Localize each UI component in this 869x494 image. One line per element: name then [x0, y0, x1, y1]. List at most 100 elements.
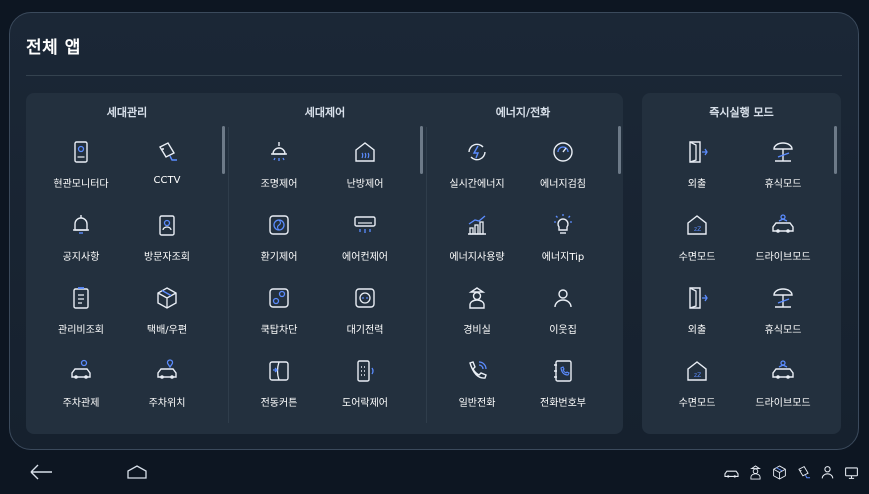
- home-icon: [127, 465, 147, 479]
- app-tile[interactable]: 공지사항: [38, 210, 124, 270]
- app-tile[interactable]: 전동커튼: [236, 356, 322, 416]
- app-tile[interactable]: 전화번호부: [520, 356, 606, 416]
- title-divider: [26, 75, 842, 76]
- section-scrollbar[interactable]: [222, 126, 225, 174]
- beach-icon: [773, 142, 793, 162]
- app-tile[interactable]: 환기제어: [236, 210, 322, 270]
- app-tile[interactable]: 에너지Tip: [520, 210, 606, 270]
- app-label: 쿡탑차단: [260, 325, 298, 336]
- app-tile[interactable]: 대기전력: [322, 283, 408, 343]
- section-1: 세대관리 현관모니터다 CCTV 공지사항 방문자조회 관리비조회 택배/우편 …: [32, 93, 225, 434]
- app-tile[interactable]: 택배/우편: [124, 283, 210, 343]
- app-label: 에너지검침: [540, 179, 586, 190]
- app-tile[interactable]: 외출: [654, 137, 740, 197]
- quick-scrollbar[interactable]: [834, 126, 837, 174]
- section-title: 세대관리: [106, 106, 148, 119]
- app-tile[interactable]: 일반전화: [434, 356, 520, 416]
- status-icons: [721, 462, 861, 482]
- app-label: 외출: [687, 179, 707, 190]
- app-tile[interactable]: 드라이브모드: [740, 210, 826, 270]
- cooktop-icon: [269, 288, 289, 308]
- app-tile[interactable]: 휴식모드: [740, 283, 826, 343]
- app-tile[interactable]: 현관모니터다: [38, 137, 124, 197]
- outlet-icon: [355, 288, 375, 308]
- app-tile[interactable]: 쿡탑차단: [236, 283, 322, 343]
- parcel-icon: [772, 464, 786, 480]
- page-title: 전체 앱: [26, 38, 81, 58]
- door-monitor-icon: [74, 141, 88, 163]
- app-tile[interactable]: 에너지검침: [520, 137, 606, 197]
- parcel-icon: [157, 287, 177, 309]
- guard-icon: [749, 464, 761, 479]
- app-tile[interactable]: 주차관제: [38, 356, 124, 416]
- section-divider: [426, 127, 427, 423]
- cctv-icon[interactable]: [793, 462, 813, 482]
- bulb-icon: [554, 214, 572, 234]
- neighbor-icon: [554, 289, 572, 308]
- app-tile[interactable]: 에어컨제어: [322, 210, 408, 270]
- cctv-icon: [152, 137, 182, 167]
- app-label: 전화번호부: [540, 398, 586, 409]
- cast-icon[interactable]: [841, 462, 861, 482]
- svg-text:zZ: zZ: [694, 372, 701, 379]
- phone-icon: [462, 356, 492, 386]
- drive-icon: [768, 210, 798, 240]
- car-icon: [723, 470, 739, 478]
- svg-text:zZ: zZ: [694, 226, 701, 233]
- app-tile[interactable]: 조명제어: [236, 137, 322, 197]
- phonebook-icon: [554, 360, 572, 382]
- phonebook-icon: [548, 356, 578, 386]
- back-button[interactable]: [26, 458, 56, 486]
- car-pin-icon: [66, 356, 96, 386]
- sleep-home-icon: zZ: [682, 210, 712, 240]
- app-tile[interactable]: 관리비조회: [38, 283, 124, 343]
- parcel-icon[interactable]: [769, 462, 789, 482]
- car-icon[interactable]: [721, 462, 741, 482]
- doorlock-icon: [357, 360, 374, 382]
- app-tile[interactable]: 외출: [654, 283, 740, 343]
- home-button[interactable]: [122, 458, 152, 486]
- app-tile[interactable]: zZ 수면모드: [654, 210, 740, 270]
- drive-icon: [772, 214, 794, 233]
- bell-icon: [66, 210, 96, 240]
- app-label: 에너지Tip: [541, 252, 585, 263]
- apps-panel: 세대관리 현관모니터다 CCTV 공지사항 방문자조회 관리비조회 택배/우편 …: [26, 93, 623, 434]
- app-tile[interactable]: zZ 수면모드: [654, 356, 740, 416]
- app-tile[interactable]: 방문자조회: [124, 210, 210, 270]
- quick-mode-panel: 즉시실행 모드 외출 휴식모드 zZ 수면모드 드라이브모드 외출 휴식모드 zZ …: [642, 93, 841, 434]
- app-tile[interactable]: 이웃집: [520, 283, 606, 343]
- app-tile[interactable]: 휴식모드: [740, 137, 826, 197]
- app-window: 전체 앱 세대관리 현관모니터다 CCTV 공지사항 방문자조회 관리비조회 택…: [9, 12, 859, 450]
- section-scrollbar[interactable]: [420, 126, 423, 174]
- usage-chart-icon: [468, 215, 486, 235]
- exit-icon: [689, 287, 708, 309]
- beach-icon: [768, 137, 798, 167]
- guard-icon[interactable]: [745, 462, 765, 482]
- app-tile[interactable]: 드라이브모드: [740, 356, 826, 416]
- usage-chart-icon: [462, 210, 492, 240]
- app-label: 환기제어: [260, 252, 298, 263]
- car-location-icon: [157, 359, 177, 379]
- person-icon[interactable]: [817, 462, 837, 482]
- app-tile[interactable]: CCTV: [124, 137, 210, 197]
- app-tile[interactable]: 난방제어: [322, 137, 408, 197]
- app-tile[interactable]: 주차위치: [124, 356, 210, 416]
- cctv-icon: [797, 465, 810, 478]
- app-label: 드라이브모드: [755, 252, 811, 263]
- neighbor-icon: [548, 283, 578, 313]
- app-tile[interactable]: 에너지사용량: [434, 210, 520, 270]
- app-tile[interactable]: 실시간에너지: [434, 137, 520, 197]
- app-tile[interactable]: 경비실: [434, 283, 520, 343]
- exit-icon: [682, 137, 712, 167]
- app-label: 실시간에너지: [449, 179, 505, 190]
- app-label: 난방제어: [346, 179, 384, 190]
- section-divider: [228, 127, 229, 423]
- bill-icon: [73, 287, 89, 309]
- app-label: 도어락제어: [342, 398, 388, 409]
- app-label: 방문자조회: [144, 252, 190, 263]
- section-scrollbar[interactable]: [618, 126, 621, 174]
- app-tile[interactable]: 도어락제어: [322, 356, 408, 416]
- app-label: 에어컨제어: [342, 252, 388, 263]
- app-label: 에너지사용량: [449, 252, 505, 263]
- app-label: 휴식모드: [764, 325, 802, 336]
